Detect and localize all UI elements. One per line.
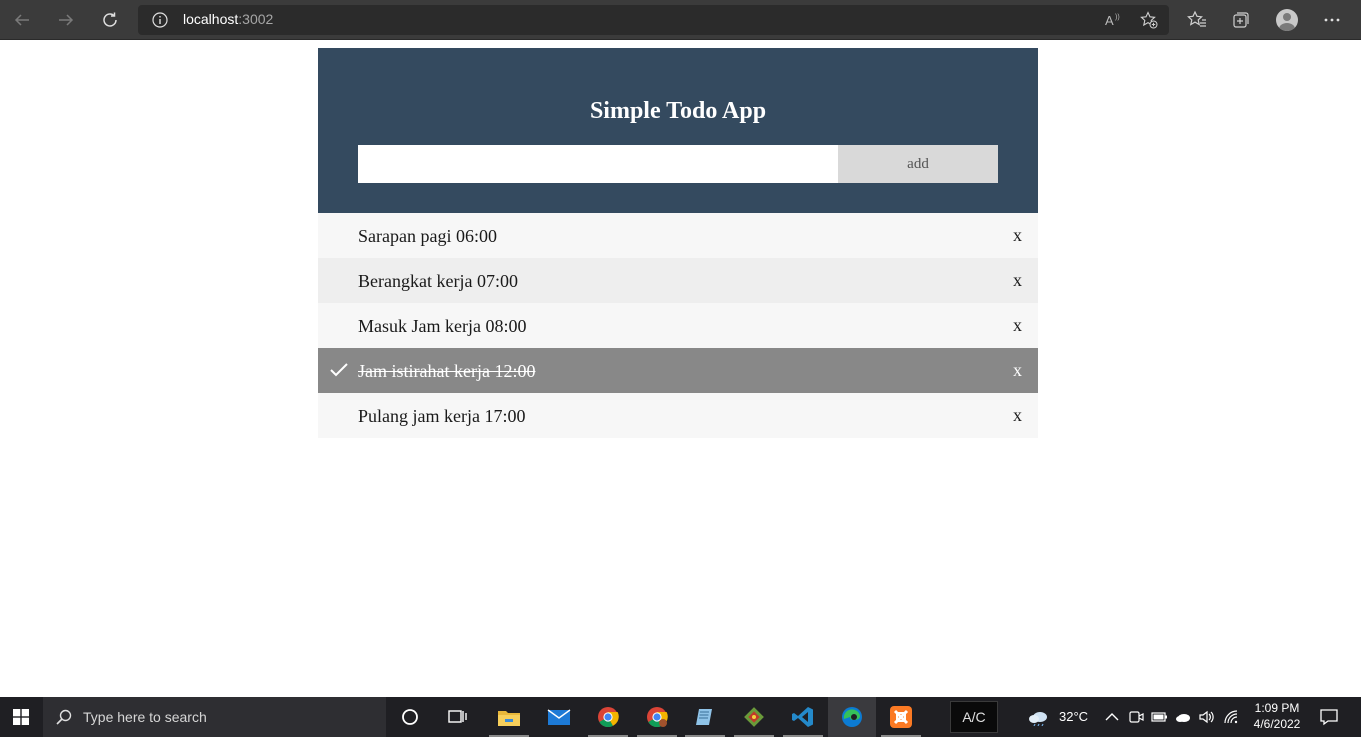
notification-icon[interactable]	[1319, 707, 1339, 727]
forward-button[interactable]	[52, 6, 80, 34]
add-button[interactable]: add	[838, 145, 998, 183]
weather-cloud-icon[interactable]	[1028, 708, 1050, 726]
volume-icon[interactable]	[1198, 708, 1216, 726]
refresh-icon	[103, 12, 117, 27]
search-icon	[56, 709, 72, 725]
search-placeholder: Type here to search	[83, 709, 207, 725]
todo-header: Simple Todo App add	[318, 48, 1038, 213]
task-view-button[interactable]	[434, 697, 482, 737]
delete-button[interactable]: x	[1013, 224, 1022, 246]
edge-button[interactable]	[828, 697, 876, 737]
settings-menu-button[interactable]	[1321, 9, 1343, 31]
windows-logo-icon	[13, 709, 29, 725]
start-button[interactable]	[0, 697, 42, 737]
collections-icon	[1233, 12, 1249, 28]
forward-arrow-icon	[59, 14, 74, 26]
todo-app: Simple Todo App add Sarapan pagi 06:00 x…	[318, 48, 1038, 438]
chrome-icon	[598, 707, 619, 728]
vscode-icon	[792, 707, 813, 727]
url-text[interactable]: localhost:3002	[183, 11, 273, 27]
svg-text:)): ))	[1115, 14, 1120, 21]
todo-input[interactable]	[358, 145, 838, 183]
svg-text:A: A	[1105, 13, 1114, 28]
cortana-icon	[402, 709, 418, 725]
url-host: localhost	[183, 11, 239, 27]
wifi-icon[interactable]	[1222, 708, 1240, 726]
ac-button[interactable]: A/C	[950, 701, 998, 733]
favorites-icon	[1187, 10, 1206, 27]
taskbar-search[interactable]: Type here to search	[43, 697, 386, 737]
todo-text: Sarapan pagi 06:00	[358, 226, 497, 246]
collections-button[interactable]	[1230, 9, 1252, 31]
todo-text: Berangkat kerja 07:00	[358, 271, 518, 291]
clock-date: 4/6/2022	[1253, 717, 1301, 731]
refresh-button[interactable]	[96, 6, 124, 34]
todo-text: Jam istirahat kerja 12:00	[358, 361, 536, 381]
task-view-icon	[448, 710, 467, 723]
delete-button[interactable]: x	[1013, 359, 1022, 381]
list-item[interactable]: Sarapan pagi 06:00 x	[318, 213, 1038, 258]
notepad-button[interactable]	[681, 697, 729, 737]
back-arrow-icon	[14, 14, 29, 26]
onedrive-icon[interactable]	[1174, 708, 1192, 726]
list-item[interactable]: Jam istirahat kerja 12:00 x	[318, 348, 1038, 393]
delete-button[interactable]: x	[1013, 269, 1022, 291]
xampp-button[interactable]	[877, 697, 925, 737]
git-button[interactable]	[730, 697, 778, 737]
list-item[interactable]: Masuk Jam kerja 08:00 x	[318, 303, 1038, 348]
todo-list: Sarapan pagi 06:00 x Berangkat kerja 07:…	[318, 213, 1038, 438]
chrome-profile-icon	[647, 707, 668, 728]
battery-icon[interactable]	[1150, 708, 1168, 726]
browser-toolbar: localhost:3002 A))	[0, 0, 1361, 40]
temperature[interactable]: 32°C	[1059, 709, 1088, 724]
address-bar[interactable]: localhost:3002 A))	[138, 5, 1169, 35]
chrome-button[interactable]	[584, 697, 632, 737]
back-button[interactable]	[8, 6, 36, 34]
chevron-up-icon[interactable]	[1103, 708, 1121, 726]
info-icon[interactable]	[152, 12, 168, 28]
chrome-profile-button[interactable]	[633, 697, 681, 737]
vscode-button[interactable]	[779, 697, 827, 737]
read-aloud-icon[interactable]: A))	[1104, 11, 1122, 29]
url-port: :3002	[238, 11, 274, 27]
xampp-icon	[890, 706, 912, 728]
page-title: Simple Todo App	[589, 98, 767, 124]
taskbar: Type here to search A/C 32°C 1:09 PM 4/6…	[0, 697, 1361, 737]
todo-text: Masuk Jam kerja 08:00	[358, 316, 527, 336]
list-item[interactable]: Pulang jam kerja 17:00 x	[318, 393, 1038, 438]
profile-button[interactable]	[1276, 9, 1298, 31]
cortana-button[interactable]	[386, 697, 434, 737]
add-favorite-icon[interactable]	[1140, 11, 1158, 29]
avatar	[1276, 9, 1298, 31]
mail-icon	[547, 709, 571, 725]
edge-icon	[842, 707, 862, 727]
more-icon	[1324, 18, 1340, 22]
file-explorer-button[interactable]	[485, 697, 533, 737]
favorites-button[interactable]	[1186, 9, 1208, 31]
file-explorer-icon	[498, 711, 520, 726]
todo-text: Pulang jam kerja 17:00	[358, 406, 526, 426]
clock[interactable]: 1:09 PM 4/6/2022	[1252, 700, 1302, 732]
mail-button[interactable]	[535, 697, 583, 737]
notepad-icon	[696, 709, 712, 725]
clock-time: 1:09 PM	[1254, 701, 1300, 715]
checkmark-icon	[330, 363, 348, 377]
list-item[interactable]: Berangkat kerja 07:00 x	[318, 258, 1038, 303]
delete-button[interactable]: x	[1013, 404, 1022, 426]
delete-button[interactable]: x	[1013, 314, 1022, 336]
git-icon	[744, 707, 764, 727]
meet-now-icon[interactable]	[1127, 708, 1145, 726]
